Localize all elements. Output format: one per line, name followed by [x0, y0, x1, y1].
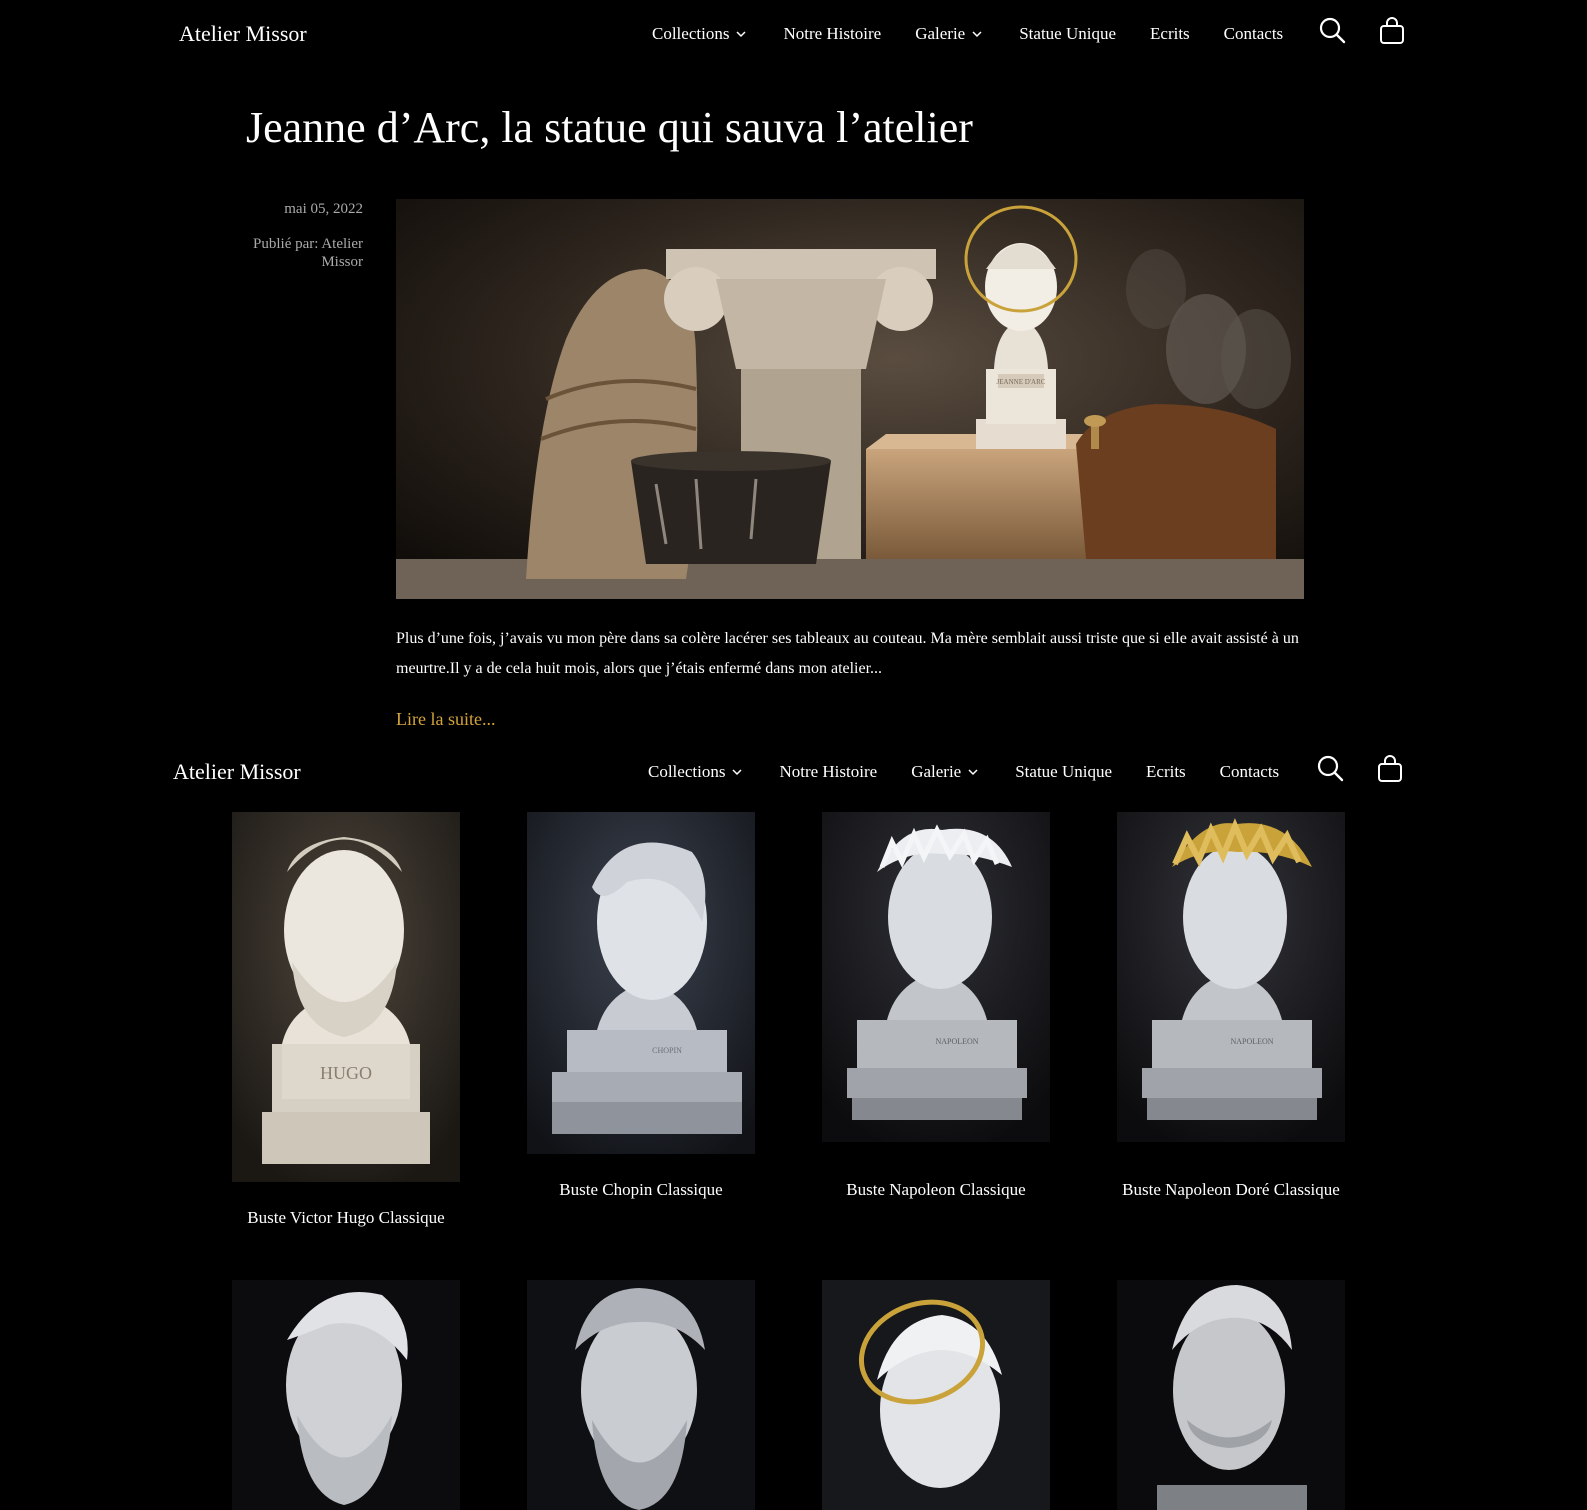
- read-more-link[interactable]: Lire la suite...: [396, 709, 495, 730]
- bust-photo: [232, 1280, 460, 1510]
- nav-label: Ecrits: [1150, 24, 1190, 43]
- nav-label: Contacts: [1219, 762, 1280, 781]
- nav-label: Statue Unique: [1015, 762, 1113, 781]
- product-image[interactable]: NAPOLEON: [822, 812, 1050, 1142]
- nav-galerie[interactable]: Galerie: [911, 762, 979, 782]
- site-logo[interactable]: Atelier Missor: [179, 21, 307, 47]
- nav-label: Contacts: [1223, 24, 1284, 43]
- main-nav: Collections Notre Histoire Galerie Statu…: [652, 24, 1283, 44]
- chevron-down-icon: [968, 769, 978, 776]
- nav-notre-histoire[interactable]: Notre Histoire: [783, 24, 881, 44]
- product-image[interactable]: CHOPIN: [527, 812, 755, 1154]
- article-date: mai 05, 2022: [284, 201, 363, 217]
- product-name[interactable]: Buste Victor Hugo Classique: [192, 1208, 500, 1228]
- chevron-down-icon: [972, 31, 982, 38]
- nav-statue-unique[interactable]: Statue Unique: [1019, 24, 1116, 44]
- chevron-down-icon: [732, 769, 742, 776]
- search-icon[interactable]: [1316, 754, 1344, 784]
- bust-photo: [1117, 1280, 1345, 1510]
- product-name[interactable]: Buste Napoleon Classique: [782, 1180, 1090, 1200]
- nav-label: Collections: [648, 762, 726, 781]
- hero-plaque-text: JEANNE D'ARC: [997, 378, 1046, 386]
- nav-ecrits[interactable]: Ecrits: [1146, 762, 1186, 782]
- bust-photo: HUGO: [232, 812, 460, 1182]
- product-name[interactable]: Buste Napoleon Doré Classique: [1077, 1180, 1385, 1200]
- article-excerpt: Plus d’une fois, j’avais vu mon père dan…: [396, 630, 1299, 677]
- nav-ecrits[interactable]: Ecrits: [1150, 24, 1190, 44]
- shopping-bag-icon[interactable]: [1378, 16, 1406, 46]
- nav-statue-unique[interactable]: Statue Unique: [1015, 762, 1112, 782]
- bust-photo: [527, 1280, 755, 1510]
- nav-label: Galerie: [915, 24, 966, 43]
- nav-notre-histoire[interactable]: Notre Histoire: [779, 762, 877, 782]
- hero-photo: JEANNE D'ARC: [396, 199, 1304, 599]
- bust-photo: [822, 1280, 1050, 1510]
- nav-label: Notre Histoire: [779, 762, 878, 781]
- bust-plaque-text: NAPOLEON: [1230, 1037, 1273, 1046]
- nav-label: Notre Histoire: [783, 24, 882, 43]
- product-name[interactable]: Buste Chopin Classique: [487, 1180, 795, 1200]
- bust-photo: NAPOLEON: [1117, 812, 1345, 1142]
- nav-collections[interactable]: Collections: [652, 24, 747, 44]
- chevron-down-icon: [736, 31, 746, 38]
- nav-label: Galerie: [911, 762, 962, 781]
- product-image[interactable]: [527, 1280, 755, 1510]
- bust-photo: CHOPIN: [527, 812, 755, 1154]
- main-nav: Collections Notre Histoire Galerie Statu…: [648, 762, 1279, 782]
- nav-galerie[interactable]: Galerie: [915, 24, 983, 44]
- article-title[interactable]: Jeanne d’Arc, la statue qui sauva l’atel…: [246, 102, 973, 153]
- article-author: Publié par: Atelier Missor: [253, 236, 363, 270]
- bust-plaque-text: CHOPIN: [652, 1046, 682, 1055]
- bust-plaque-text: NAPOLEON: [935, 1037, 978, 1046]
- product-image[interactable]: [232, 1280, 460, 1510]
- nav-contacts[interactable]: Contacts: [1220, 762, 1280, 782]
- site-header-secondary: Atelier Missor Collections Notre Histoir…: [0, 738, 1587, 808]
- article-hero-image[interactable]: JEANNE D'ARC: [396, 199, 1304, 599]
- product-image[interactable]: HUGO: [232, 812, 460, 1182]
- nav-label: Statue Unique: [1019, 24, 1117, 43]
- bust-plaque-text: HUGO: [320, 1063, 372, 1083]
- shopping-bag-icon[interactable]: [1376, 754, 1404, 784]
- nav-label: Collections: [652, 24, 730, 43]
- bust-photo: NAPOLEON: [822, 812, 1050, 1142]
- product-image[interactable]: [1117, 1280, 1345, 1510]
- nav-contacts[interactable]: Contacts: [1224, 24, 1284, 44]
- product-image[interactable]: NAPOLEON: [1117, 812, 1345, 1142]
- nav-label: Ecrits: [1146, 762, 1186, 781]
- nav-collections[interactable]: Collections: [648, 762, 743, 782]
- site-header: Atelier Missor Collections Notre Histoir…: [0, 0, 1587, 70]
- product-image[interactable]: [822, 1280, 1050, 1510]
- search-icon[interactable]: [1318, 16, 1346, 46]
- site-logo[interactable]: Atelier Missor: [173, 759, 301, 785]
